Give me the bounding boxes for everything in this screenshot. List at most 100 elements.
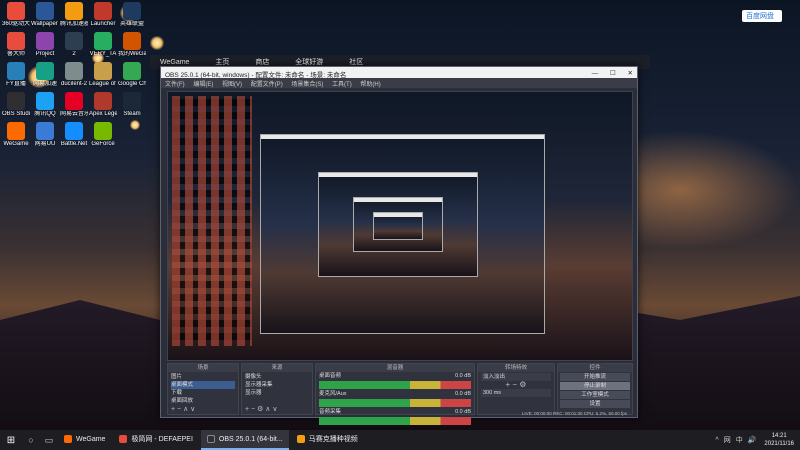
taskbar-app[interactable]: 极简网 - DEFAEPEI (113, 430, 198, 450)
scene-item[interactable]: 下载 (171, 389, 235, 397)
desktop-icon-label: 网易UU (34, 141, 56, 147)
wegame-tab[interactable]: 全球好游 (295, 59, 323, 66)
taskbar-app-label: 马赛克播种视频 (308, 436, 358, 443)
wegame-app-icon (64, 435, 72, 443)
desktop-icon[interactable]: GeForce (89, 122, 117, 148)
app-icon (123, 32, 141, 50)
volume-meter[interactable] (319, 381, 471, 389)
menu-edit[interactable]: 编辑(E) (193, 82, 213, 88)
scene-item[interactable]: 桌面回放 (171, 397, 235, 405)
taskbar-app[interactable]: WeGame (58, 430, 111, 450)
obs-window[interactable]: OBS 25.0.1 (64-bit, windows) - 配置文件: 未命名… (160, 66, 638, 425)
desktop-icon-label: 腾讯QQ (34, 111, 56, 117)
desktop-icon[interactable]: Battle.Net (60, 122, 88, 148)
app-icon (36, 122, 54, 140)
desktop-icon-label: Wallpaper Engine (31, 21, 59, 27)
volume-meter[interactable] (319, 417, 471, 425)
obs-window-title: OBS 25.0.1 (64-bit, windows) - 配置文件: 未命名… (165, 72, 347, 79)
desktop-icon-label: Google Chrome (118, 81, 146, 87)
app-icon (36, 2, 54, 20)
desktop-icon[interactable]: 360驱动大师绿色版 (2, 2, 30, 28)
desktop-icon[interactable]: Wallpaper Engine (31, 2, 59, 28)
preview-desktop-icons (172, 96, 252, 346)
desktop-icon[interactable]: 我的WeGame (118, 32, 146, 58)
app-icon (7, 122, 25, 140)
wegame-tab[interactable]: 主页 (215, 59, 229, 66)
menu-tools[interactable]: 工具(T) (332, 82, 352, 88)
task-view-icon[interactable]: ▭ (40, 435, 58, 446)
windows-start-icon[interactable]: ⊞ (0, 435, 22, 446)
search-icon[interactable]: ○ (22, 435, 40, 445)
scene-item[interactable]: 图片 (171, 373, 235, 381)
wegame-tab[interactable]: 商店 (255, 59, 269, 66)
obs-preview[interactable] (167, 91, 633, 361)
desktop-icon[interactable]: 腾讯加速器 (60, 2, 88, 28)
start-streaming-button[interactable]: 开始推流 (560, 373, 630, 381)
menu-view[interactable]: 视图(V) (222, 82, 242, 88)
lantern (150, 36, 164, 50)
menu-help[interactable]: 帮助(H) (360, 82, 380, 88)
menu-profile[interactable]: 配置文件(P) (251, 82, 283, 88)
volume-icon[interactable]: 🔊 (748, 436, 757, 444)
source-item[interactable]: 显示器采集 (245, 381, 309, 389)
desktop-icon[interactable]: Apex Legends (89, 92, 117, 118)
desktop-icon[interactable]: Google Chrome (118, 62, 146, 88)
taskbar: ⊞ ○ ▭ WeGame 极简网 - DEFAEPEI OBS 25.0.1 (… (0, 430, 800, 450)
desktop-icon[interactable]: 魯大师 (2, 32, 30, 58)
stop-recording-button[interactable]: 停止录制 (560, 382, 630, 390)
source-item[interactable]: 显示器 (245, 389, 309, 397)
close-icon[interactable]: ✕ (628, 70, 633, 77)
app-icon (94, 62, 112, 80)
network-icon[interactable]: 网 (724, 435, 731, 445)
desktop-icon-label: 360驱动大师绿色版 (2, 21, 30, 27)
app-icon (7, 32, 25, 50)
mixer-channel-name: 麦克风/Aux (319, 391, 347, 397)
taskbar-clock[interactable]: 14:21 2021/11/16 (764, 432, 794, 448)
app-icon (36, 32, 54, 50)
obs-menubar: 文件(F) 编辑(E) 视图(V) 配置文件(P) 场景集合(S) 工具(T) … (161, 78, 637, 88)
maximize-icon[interactable]: ☐ (610, 70, 616, 77)
desktop-icon[interactable]: ducilent-2 (60, 62, 88, 88)
desktop-icon[interactable]: 网易UU (31, 122, 59, 148)
desktop-icon[interactable]: OBS Studio (2, 92, 30, 118)
desktop-icon[interactable]: FY直播 (2, 62, 30, 88)
clock-time: 14:21 (771, 433, 787, 439)
baidu-netdisk-widget[interactable]: 百度网盘 (742, 10, 782, 22)
desktop-icon[interactable]: 腾讯QQ (31, 92, 59, 118)
desktop-icon[interactable]: WeGame (2, 122, 30, 148)
app-icon (36, 62, 54, 80)
volume-meter[interactable] (319, 399, 471, 407)
taskbar-app-label: OBS 25.0.1 (64-bit... (218, 435, 283, 443)
desktop-icon[interactable]: 2 (60, 32, 88, 58)
desktop-icon[interactable]: Project (31, 32, 59, 58)
obs-statusbar: LIVE: 00:00:00 REC: 00:01:30 CPU: 5.2%, … (521, 411, 627, 416)
browser-app-icon (119, 435, 128, 443)
wegame-tab[interactable]: 社区 (349, 59, 363, 66)
ime-icon[interactable]: 中 (736, 435, 743, 445)
studio-mode-button[interactable]: 工作室模式 (560, 391, 630, 399)
desktop-icon[interactable]: 网易云音乐 (60, 92, 88, 118)
obs-titlebar[interactable]: OBS 25.0.1 (64-bit, windows) - 配置文件: 未命名… (161, 67, 637, 79)
desktop-icon[interactable]: 网易加速 (31, 62, 59, 88)
minimize-icon[interactable]: — (592, 70, 599, 77)
desktop-icon[interactable]: League of Legends (89, 62, 117, 88)
desktop-icon-label: 网易云音乐 (60, 111, 88, 117)
taskbar-app[interactable]: 马赛克播种视频 (291, 430, 364, 450)
taskbar-app[interactable]: OBS 25.0.1 (64-bit... (200, 430, 289, 450)
desktop-icon-label: GeForce (91, 141, 115, 147)
scenes-dock: 场景 图片 桌面模式 下载 桌面回放 + − ∧ ∨ (167, 363, 239, 415)
source-item[interactable]: 摄像头 (245, 373, 309, 381)
desktop-icon[interactable]: Steam (118, 92, 146, 118)
desktop-icon[interactable]: 英雄联盟 (118, 2, 146, 28)
desktop-icon[interactable]: VERY_TA (89, 32, 117, 58)
settings-button[interactable]: 设置 (560, 400, 630, 408)
transition-controls[interactable]: + − ⚙ (481, 381, 551, 389)
tray-expand-icon[interactable]: ^ (715, 437, 718, 444)
menu-file[interactable]: 文件(F) (165, 82, 185, 88)
app-icon (65, 122, 83, 140)
desktop-icon[interactable]: Launcher (89, 2, 117, 28)
transition-duration[interactable]: 300 ms (481, 389, 551, 397)
menu-scene-collection[interactable]: 场景集合(S) (291, 82, 323, 88)
desktop-icon-label: 魯大师 (6, 51, 25, 57)
scene-item[interactable]: 桌面模式 (171, 381, 235, 389)
